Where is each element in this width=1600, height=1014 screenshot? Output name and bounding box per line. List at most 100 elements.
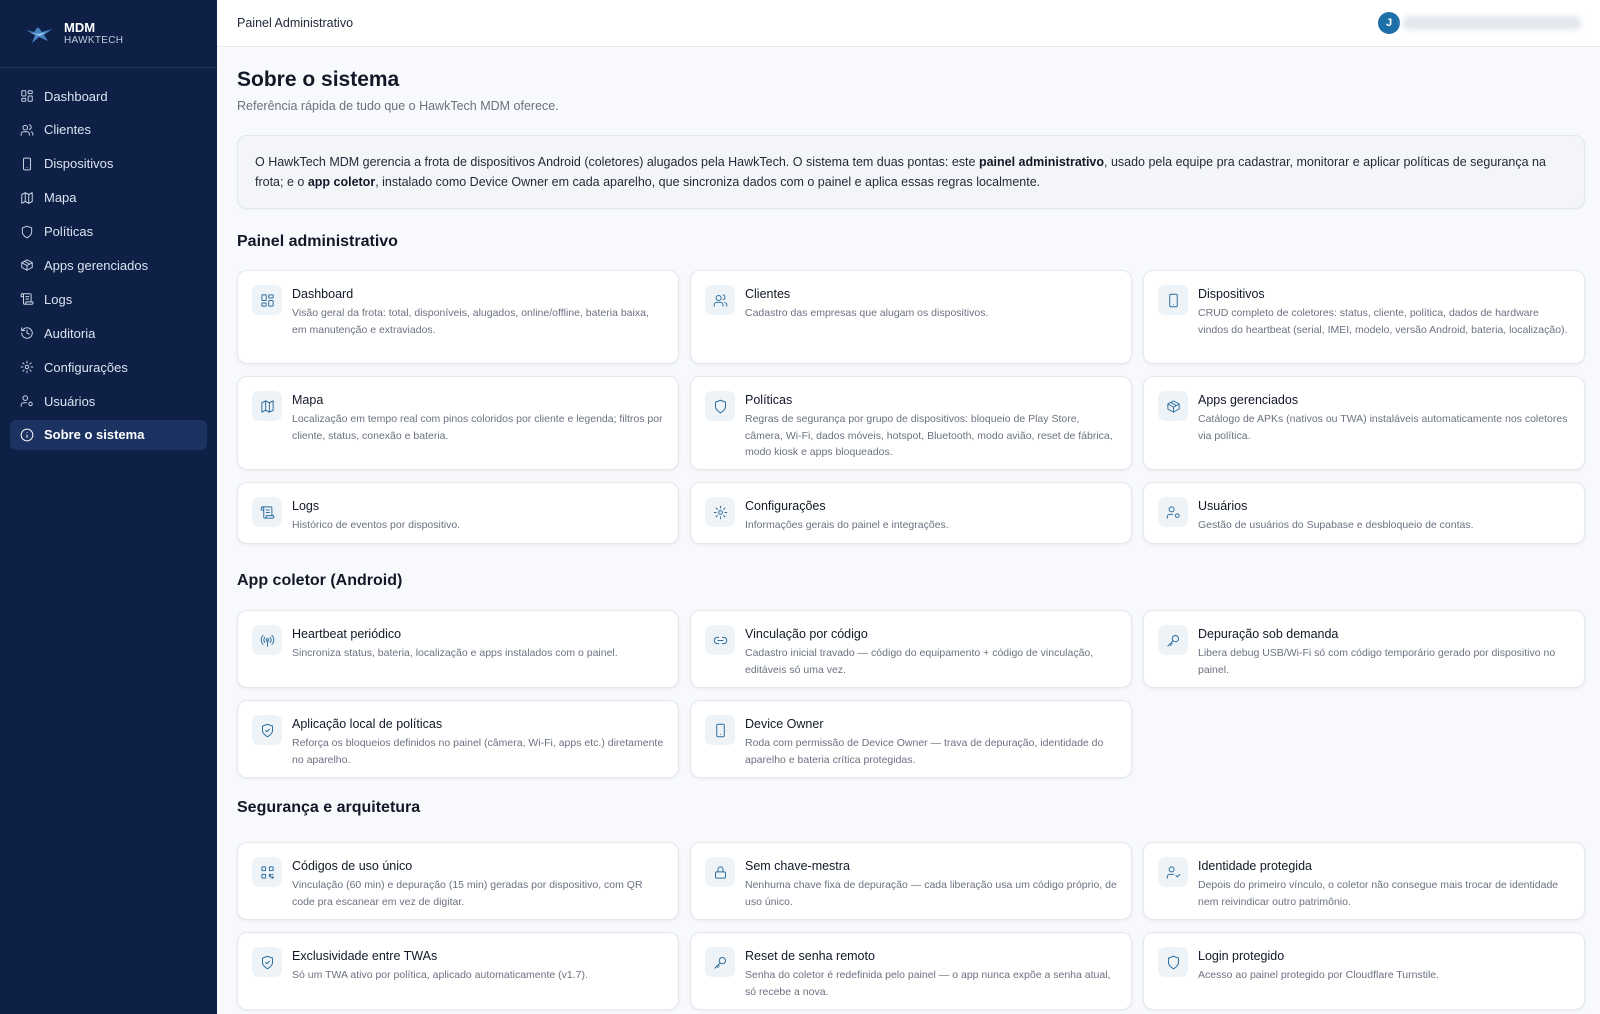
feature-card-vinculacao[interactable]: Vinculação por código Cadastro inicial tr… — [690, 610, 1132, 688]
brand[interactable]: MDM HAWKTECH — [0, 0, 217, 68]
feature-title: Logs — [292, 499, 320, 513]
brand-subtitle: HAWKTECH — [64, 34, 124, 46]
feature-description: Cadastro das empresas que alugam os disp… — [745, 307, 989, 319]
feature-icon-box — [252, 947, 282, 977]
feature-icon-box — [252, 857, 282, 887]
qr-code-icon — [260, 865, 274, 879]
feature-title: Exclusividade entre TWAs — [292, 949, 438, 963]
feature-title: Aplicação local de políticas — [292, 717, 443, 731]
info-icon — [20, 428, 34, 442]
sidebar-item-dispositivos[interactable]: Dispositivos — [10, 149, 207, 179]
shield-icon — [21, 225, 33, 238]
feature-card-logs[interactable]: Logs Histórico de eventos por dispositivo… — [237, 482, 679, 544]
sidebar-item-logs[interactable]: Logs — [10, 284, 207, 314]
feature-card-depuracao[interactable]: Depuração sob demanda Libera debug USB/Wi… — [1143, 610, 1585, 688]
user-email-redacted[interactable] — [1402, 16, 1582, 30]
sidebar-item-mapa[interactable]: Mapa — [10, 183, 207, 213]
feature-card-dispositivos[interactable]: Dispositivos CRUD completo de coletores: … — [1143, 270, 1585, 364]
history-icon — [21, 327, 33, 339]
sidebar-item-label: Logs — [44, 291, 73, 307]
hawk-logo-icon — [26, 26, 52, 43]
feature-description: Sincroniza status, bateria, localização … — [292, 647, 618, 659]
sidebar-item-sobre-o-sistema[interactable]: Sobre o sistema — [10, 419, 207, 450]
feature-card-dashboard[interactable]: Dashboard Visão geral da frota: total, di… — [237, 270, 679, 364]
intro-callout: O HawkTech MDM gerencia a frota de dispo… — [237, 135, 1585, 209]
feature-card-login-protegido[interactable]: Login protegido Acesso ao painel protegid… — [1143, 932, 1585, 1010]
feature-title: Usuários — [1198, 499, 1248, 513]
topbar: Painel Administrativo J — [217, 0, 1600, 47]
feature-card-reset-senha[interactable]: Reset de senha remoto Senha do coletor é … — [690, 932, 1132, 1010]
feature-icon-box — [705, 285, 735, 315]
radio-icon — [260, 634, 274, 647]
feature-description: Depois do primeiro vínculo, o coletor nã… — [1198, 879, 1559, 908]
intro-emphasis: app coletor — [307, 174, 376, 189]
feature-description: Nenhuma chave fixa de depuração — cada l… — [745, 879, 1117, 908]
page-subtitle: Referência rápida de tudo que o HawkTech… — [237, 99, 559, 113]
sidebar-item-label: Configurações — [44, 359, 128, 375]
feature-icon-box — [252, 285, 282, 315]
map-icon — [21, 191, 33, 204]
feature-icon-box — [252, 715, 282, 745]
feature-card-codigos-uso-unico[interactable]: Códigos de uso único Vinculação (60 min) … — [237, 842, 679, 920]
feature-card-configuracoes[interactable]: Configurações Informações gerais do paine… — [690, 482, 1132, 544]
feature-title: Clientes — [745, 287, 791, 301]
feature-icon-box — [252, 391, 282, 421]
feature-icon-box — [1158, 391, 1188, 421]
sidebar-item-auditoria[interactable]: Auditoria — [10, 318, 207, 348]
section-title-painel: Painel administrativo — [237, 233, 398, 250]
sidebar-item-clientes[interactable]: Clientes — [10, 115, 207, 145]
user-check-icon — [1166, 865, 1180, 879]
feature-card-usuarios[interactable]: Usuários Gestão de usuários do Supabase e… — [1143, 482, 1585, 544]
feature-card-apps-gerenciados[interactable]: Apps gerenciados Catálogo de APKs (nativo… — [1143, 376, 1585, 470]
feature-title: Identidade protegida — [1198, 859, 1312, 873]
feature-icon-box — [1158, 285, 1188, 315]
card-grid-app-coletor: Heartbeat periódico Sincroniza status, ba… — [237, 610, 1585, 778]
feature-icon-box — [1158, 497, 1188, 527]
page-title: Sobre o sistema — [237, 68, 400, 91]
shield-icon — [1167, 955, 1179, 969]
feature-description: Regras de segurança por grupo de disposi… — [745, 413, 1113, 458]
feature-card-exclusividade-twa[interactable]: Exclusividade entre TWAs Só um TWA ativo … — [237, 932, 679, 1010]
feature-title: Dispositivos — [1198, 287, 1265, 301]
avatar[interactable]: J — [1378, 12, 1400, 34]
feature-title: Políticas — [745, 393, 793, 407]
feature-description: Localização em tempo real com pinos colo… — [292, 413, 663, 442]
sidebar-item-apps-gerenciados[interactable]: Apps gerenciados — [10, 250, 207, 280]
feature-card-mapa[interactable]: Mapa Localização em tempo real com pinos … — [237, 376, 679, 470]
feature-title: Sem chave-mestra — [745, 859, 850, 873]
sidebar-item-label: Sobre o sistema — [44, 427, 145, 443]
sidebar-item-label: Dashboard — [44, 88, 108, 104]
feature-card-aplicacao-local[interactable]: Aplicação local de políticas Reforça os b… — [237, 700, 679, 778]
sidebar-item-usuarios[interactable]: Usuários — [10, 386, 207, 416]
feature-title: Depuração sob demanda — [1198, 627, 1339, 641]
feature-description: Visão geral da frota: total, disponíveis… — [292, 307, 649, 336]
sidebar-item-label: Mapa — [44, 190, 77, 206]
feature-card-clientes[interactable]: Clientes Cadastro das empresas que alugam… — [690, 270, 1132, 364]
sidebar-item-label: Políticas — [44, 224, 94, 240]
card-grid-painel: Dashboard Visão geral da frota: total, di… — [237, 270, 1585, 544]
sidebar-item-dashboard[interactable]: Dashboard — [10, 81, 207, 111]
gear-icon — [713, 505, 727, 519]
feature-title: Mapa — [292, 393, 324, 407]
feature-card-sem-chave-mestra[interactable]: Sem chave-mestra Nenhuma chave fixa de de… — [690, 842, 1132, 920]
feature-card-heartbeat[interactable]: Heartbeat periódico Sincroniza status, ba… — [237, 610, 679, 688]
scroll-icon — [260, 505, 274, 519]
sidebar-item-configuracoes[interactable]: Configurações — [10, 352, 207, 382]
feature-card-device-owner[interactable]: Device Owner Roda com permissão de Device… — [690, 700, 1132, 778]
users-icon — [20, 124, 34, 136]
brand-name: MDM — [64, 19, 96, 35]
feature-icon-box — [252, 497, 282, 527]
sidebar: MDM HAWKTECH Dashboard Clientes Disposit… — [0, 0, 217, 1014]
feature-icon-box — [705, 715, 735, 745]
feature-card-politicas[interactable]: Políticas Regras de segurança por grupo d… — [690, 376, 1132, 470]
feature-title: Configurações — [745, 499, 826, 513]
feature-card-identidade-protegida[interactable]: Identidade protegida Depois do primeiro v… — [1143, 842, 1585, 920]
key-icon — [713, 956, 726, 969]
sidebar-item-label: Dispositivos — [44, 156, 114, 172]
map-icon — [260, 399, 274, 413]
feature-title: Códigos de uso único — [292, 859, 413, 873]
smartphone-icon — [23, 157, 31, 171]
package-icon — [1166, 399, 1180, 413]
feature-description: Acesso ao painel protegido por Cloudflar… — [1198, 969, 1440, 981]
sidebar-item-politicas[interactable]: Políticas — [10, 217, 207, 247]
